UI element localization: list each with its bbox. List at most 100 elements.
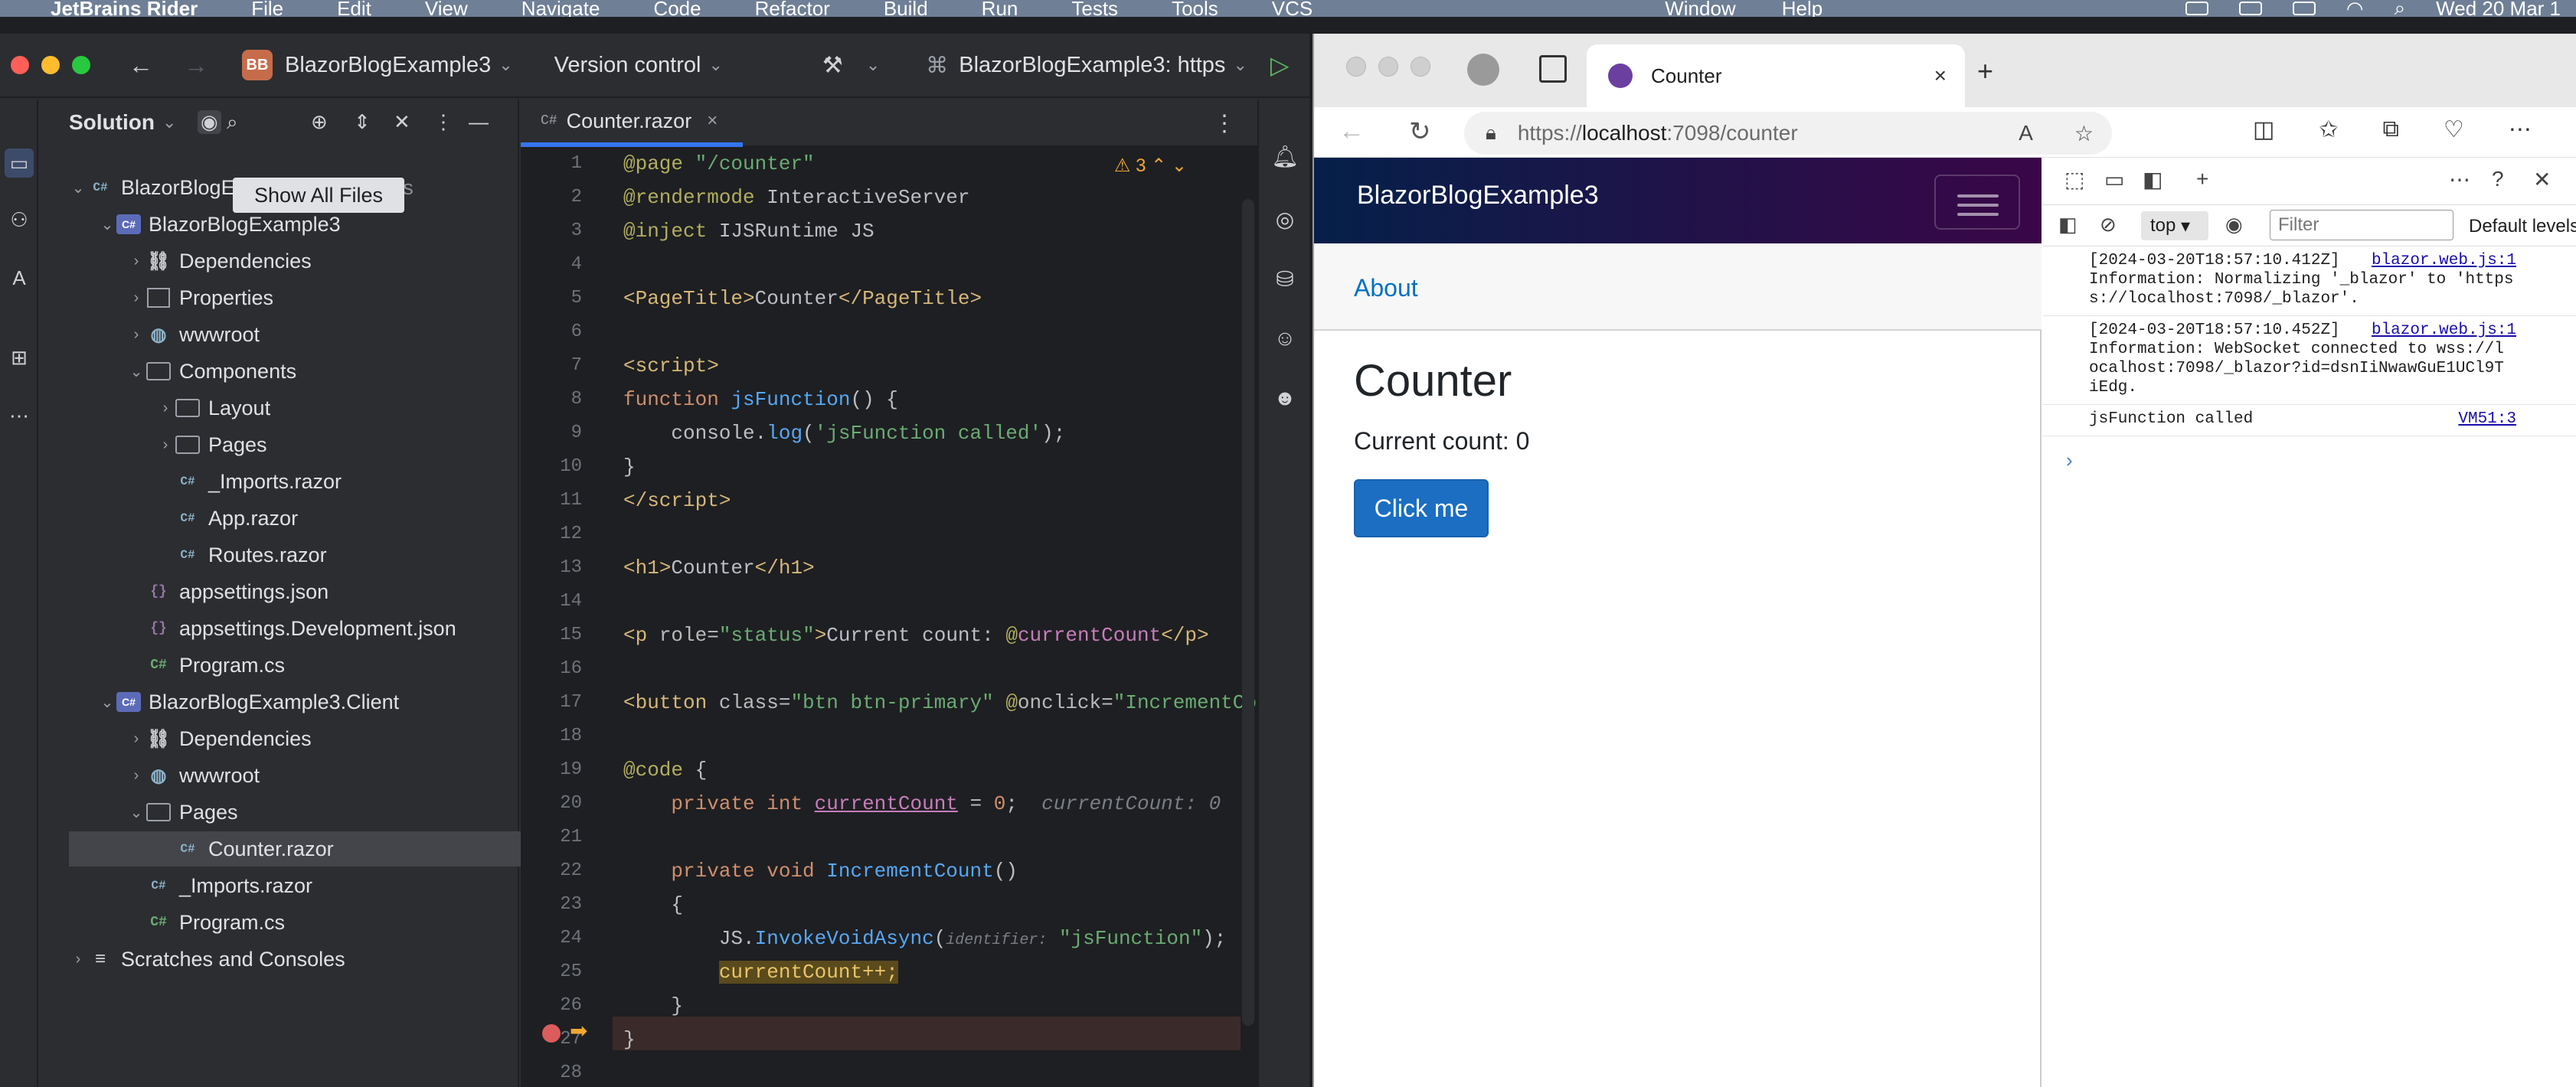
ai-assistant-icon[interactable]: ◎ — [1270, 204, 1300, 234]
code-line[interactable]: } — [623, 989, 683, 1023]
editor-scrollbar[interactable] — [1242, 199, 1254, 1026]
menu-help[interactable]: Help — [1782, 0, 1822, 17]
tree-item[interactable]: {} appsettings.json — [40, 574, 329, 609]
console-source-link[interactable]: blazor.web.js:1 — [2372, 251, 2516, 270]
minimize-window-button[interactable] — [41, 56, 60, 74]
git-icon[interactable]: ⚇ — [5, 205, 34, 234]
code-line[interactable]: { — [623, 888, 683, 922]
chevron-down-icon[interactable]: ⌄ — [69, 178, 87, 197]
about-link[interactable]: About — [1354, 274, 1418, 302]
version-control-menu[interactable]: Version control ⌄ — [554, 53, 723, 78]
close-icon[interactable]: × — [1934, 64, 1947, 88]
favorite-star-icon[interactable]: ☆ — [2074, 121, 2094, 146]
read-aloud-icon[interactable]: A — [2019, 121, 2033, 146]
folder-icon[interactable]: ▭ — [5, 149, 34, 178]
code-line[interactable]: currentCount++; — [623, 955, 898, 989]
console-message[interactable]: jsFunction called VM51:3 — [2043, 410, 2576, 436]
chevron-right-icon[interactable]: › — [156, 400, 175, 417]
tree-item[interactable]: {} appsettings.Development.json — [40, 611, 456, 646]
profile-avatar[interactable] — [1467, 54, 1499, 86]
back-arrow-icon[interactable]: ← — [129, 51, 153, 80]
code-line[interactable]: </script> — [623, 484, 731, 517]
minimize-window-button[interactable] — [1378, 57, 1398, 77]
more-icon[interactable]: ⋯ — [2509, 116, 2532, 143]
forward-arrow-icon[interactable]: → — [184, 51, 208, 80]
menu-tests[interactable]: Tests — [1071, 0, 1118, 17]
tree-item[interactable]: › ⛓ Dependencies — [40, 243, 312, 279]
console-source-link[interactable]: VM51:3 — [2458, 410, 2516, 429]
solution-title[interactable]: Solution — [69, 110, 155, 135]
help-icon[interactable]: ? — [2492, 167, 2504, 191]
tree-item[interactable]: C# Counter.razor — [69, 831, 536, 867]
code-line[interactable]: } — [623, 1023, 636, 1056]
font-icon[interactable]: A — [5, 263, 34, 292]
favorites-icon[interactable]: ✩ — [2319, 116, 2338, 143]
run-configuration-selector[interactable]: ⌘ BlazorBlogExample3: https ⌄ — [926, 52, 1247, 79]
add-tab-plus-icon[interactable]: + — [2196, 167, 2208, 191]
new-tab-plus-icon[interactable]: + — [1977, 55, 1993, 87]
context-selector[interactable]: top ▾ — [2141, 211, 2208, 240]
console-source-link[interactable]: blazor.web.js:1 — [2372, 321, 2516, 340]
code-line[interactable]: <h1>Counter</h1> — [623, 551, 815, 585]
code-line[interactable]: private void IncrementCount() — [623, 854, 1018, 888]
code-line[interactable]: JS.InvokeVoidAsync(identifier: "jsFuncti… — [623, 922, 1227, 955]
chevron-right-icon[interactable]: › — [127, 326, 145, 344]
hide-icon[interactable]: — — [469, 110, 489, 134]
code-line[interactable]: } — [623, 450, 636, 484]
close-window-button[interactable] — [1346, 57, 1366, 77]
database-icon[interactable]: ⛁ — [1270, 263, 1300, 294]
sidebar-toggle-icon[interactable]: ◧ — [2058, 213, 2077, 237]
tree-item[interactable]: › ◍ wwwroot — [40, 317, 260, 352]
zoom-window-button[interactable] — [1411, 57, 1430, 77]
search-icon[interactable]: ⌕ — [227, 110, 238, 135]
extensions-icon[interactable]: ♡ — [2444, 116, 2464, 143]
collapse-icon[interactable]: ✕ — [394, 110, 410, 134]
code-line[interactable]: @rendermode InteractiveServer — [623, 181, 970, 214]
menu-navigate[interactable]: Navigate — [521, 0, 600, 17]
tree-item[interactable]: › Properties — [40, 280, 273, 315]
zoom-window-button[interactable] — [72, 56, 90, 74]
navbar-toggler-button[interactable] — [1934, 175, 2020, 230]
tree-item[interactable]: › Layout — [40, 390, 270, 426]
tree-item[interactable]: C# Program.cs — [40, 905, 285, 940]
menu-build[interactable]: Build — [884, 0, 928, 17]
menu-refactor[interactable]: Refactor — [755, 0, 830, 17]
clear-console-icon[interactable]: ⊘ — [2100, 213, 2117, 237]
target-icon[interactable]: ⊕ — [311, 110, 328, 134]
project-selector[interactable]: BB BlazorBlogExample3 ⌄ — [242, 50, 513, 80]
status-icon[interactable] — [2185, 2, 2208, 15]
brand-link[interactable]: BlazorBlogExample3 — [1357, 181, 1599, 211]
more-icon[interactable]: ⋮ — [1213, 110, 1236, 137]
browser-tab-counter[interactable]: Counter × — [1587, 44, 1965, 107]
close-icon[interactable]: ✕ — [2533, 167, 2551, 192]
chevron-right-icon[interactable]: › — [127, 253, 145, 270]
spotlight-icon[interactable]: ⌕ — [2395, 0, 2406, 17]
menu-vcs[interactable]: VCS — [1272, 0, 1313, 17]
close-icon[interactable]: × — [707, 110, 718, 132]
build-hammer-icon[interactable]: ⚒ — [822, 52, 843, 79]
copilot-chat-icon[interactable]: ☻ — [1270, 383, 1300, 413]
menu-file[interactable]: File — [251, 0, 283, 17]
battery-icon[interactable] — [2292, 2, 2316, 15]
console-prompt-icon[interactable]: › — [2066, 449, 2073, 472]
chevron-right-icon[interactable]: › — [69, 951, 87, 968]
menu-app-name[interactable]: JetBrains Rider — [51, 0, 198, 17]
code-line[interactable]: private int currentCount = 0; currentCou… — [623, 787, 1221, 821]
tree-item[interactable]: › Pages — [40, 427, 267, 462]
click-me-button[interactable]: Click me — [1354, 479, 1489, 537]
chevron-right-icon[interactable]: › — [156, 436, 175, 454]
code-line[interactable]: <script> — [623, 349, 719, 383]
refresh-icon[interactable]: ↻ — [1409, 116, 1431, 147]
show-all-files-icon[interactable]: ◉ — [198, 110, 221, 134]
panel-icon[interactable]: ◧ — [2143, 167, 2162, 192]
more-icon[interactable]: ⋯ — [5, 401, 34, 430]
tree-item[interactable]: C# App.razor — [40, 501, 298, 536]
tree-item[interactable]: ⌄ Components — [40, 354, 296, 389]
tree-item[interactable]: › ◍ wwwroot — [40, 758, 260, 793]
back-arrow-icon[interactable]: ← — [1339, 116, 1365, 146]
chevron-right-icon[interactable]: › — [127, 730, 145, 748]
menu-tools[interactable]: Tools — [1172, 0, 1218, 17]
menu-view[interactable]: View — [425, 0, 468, 17]
menu-code[interactable]: Code — [653, 0, 701, 17]
filter-input[interactable]: Filter — [2270, 210, 2453, 240]
